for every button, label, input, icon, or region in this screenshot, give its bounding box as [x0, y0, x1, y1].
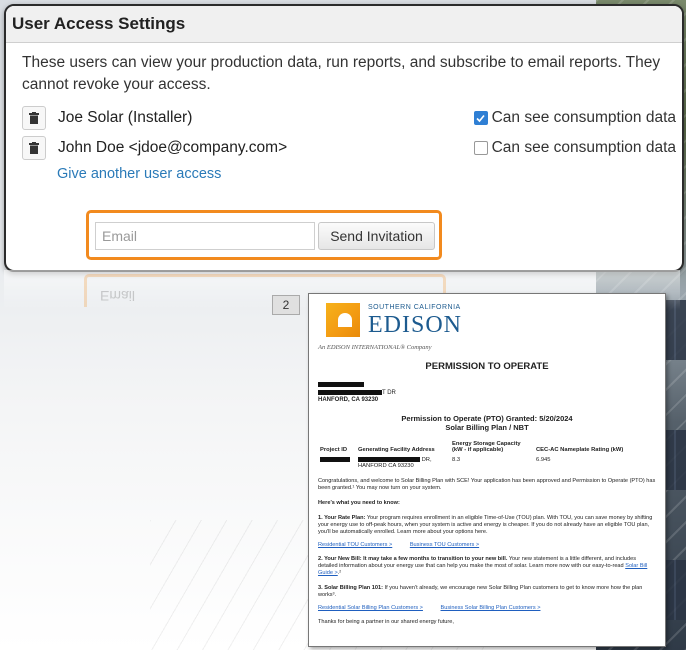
pto-letter: SOUTHERN CALIFORNIA EDISON An EDISON INT… — [308, 293, 666, 647]
redacted-text — [318, 382, 364, 387]
checkbox-unchecked-icon[interactable] — [473, 141, 488, 155]
business-sbp-link[interactable]: Business Solar Billing Plan Customers > — [441, 605, 541, 611]
send-invitation-button[interactable]: Send Invitation — [318, 222, 435, 250]
pto-table: Project ID Generating Facility Address E… — [320, 440, 624, 469]
solar-billing-paragraph: 3. Solar Billing Plan 101: If you haven'… — [318, 584, 643, 598]
new-bill-paragraph: 2. Your New Bill: It may take a few mont… — [318, 555, 648, 576]
residential-sbp-link[interactable]: Residential Solar Billing Plan Customers… — [318, 605, 423, 611]
user-row: Joe Solar (Installer) — [22, 106, 192, 130]
tou-links: Residential TOU Customers > Business TOU… — [318, 542, 656, 548]
logo-tagline: An EDISON INTERNATIONAL® Company — [318, 344, 432, 351]
user-name: Joe Solar (Installer) — [58, 109, 193, 126]
invite-form-highlight: Send Invitation — [86, 210, 442, 260]
solar-billing-links: Residential Solar Billing Plan Customers… — [318, 605, 656, 611]
user-row: John Doe <jdoe@company.com> — [22, 136, 287, 160]
consumption-label: Can see consumption data — [491, 109, 676, 126]
mailing-address: T DR HANFORD, CA 93230 — [318, 382, 656, 405]
dialog-title: User Access Settings — [12, 14, 186, 33]
consumption-toggle[interactable]: Can see consumption data — [473, 106, 676, 130]
congrats-paragraph: Congratulations, and welcome to Solar Bi… — [318, 477, 656, 491]
email-input[interactable] — [95, 222, 315, 250]
pto-heading: Permission to Operate (PTO) Granted: 5/2… — [401, 413, 573, 432]
user-name: John Doe <jdoe@company.com> — [58, 139, 288, 156]
dialog-header: User Access Settings — [6, 6, 682, 43]
edison-logo: SOUTHERN CALIFORNIA EDISON — [318, 300, 656, 342]
need-to-know-heading: Here's what you need to know: — [318, 499, 400, 506]
business-tou-link[interactable]: Business TOU Customers > — [410, 542, 479, 548]
checkbox-checked-icon[interactable] — [473, 111, 488, 125]
consumption-label: Can see consumption data — [491, 139, 676, 156]
trash-icon[interactable] — [22, 136, 46, 160]
edison-logo-icon — [326, 303, 360, 337]
rate-plan-paragraph: 1. Your Rate Plan: Your program requires… — [318, 514, 653, 535]
dialog-description: These users can view your production dat… — [22, 54, 661, 93]
page-number-badge: 2 — [272, 295, 300, 315]
trash-icon[interactable] — [22, 106, 46, 130]
consumption-toggle[interactable]: Can see consumption data — [473, 136, 676, 160]
redacted-text — [318, 389, 382, 395]
reflection-text: Email — [100, 288, 136, 304]
give-access-link[interactable]: Give another user access — [57, 166, 221, 182]
closing-line: Thanks for being a partner in our shared… — [318, 618, 454, 625]
logo-subtitle: SOUTHERN CALIFORNIA — [368, 304, 461, 311]
letter-title: PERMISSION TO OPERATE — [425, 361, 549, 372]
user-access-dialog: User Access Settings These users can vie… — [4, 4, 684, 272]
residential-tou-link[interactable]: Residential TOU Customers > — [318, 542, 392, 548]
logo-wordmark: EDISON — [368, 312, 462, 338]
